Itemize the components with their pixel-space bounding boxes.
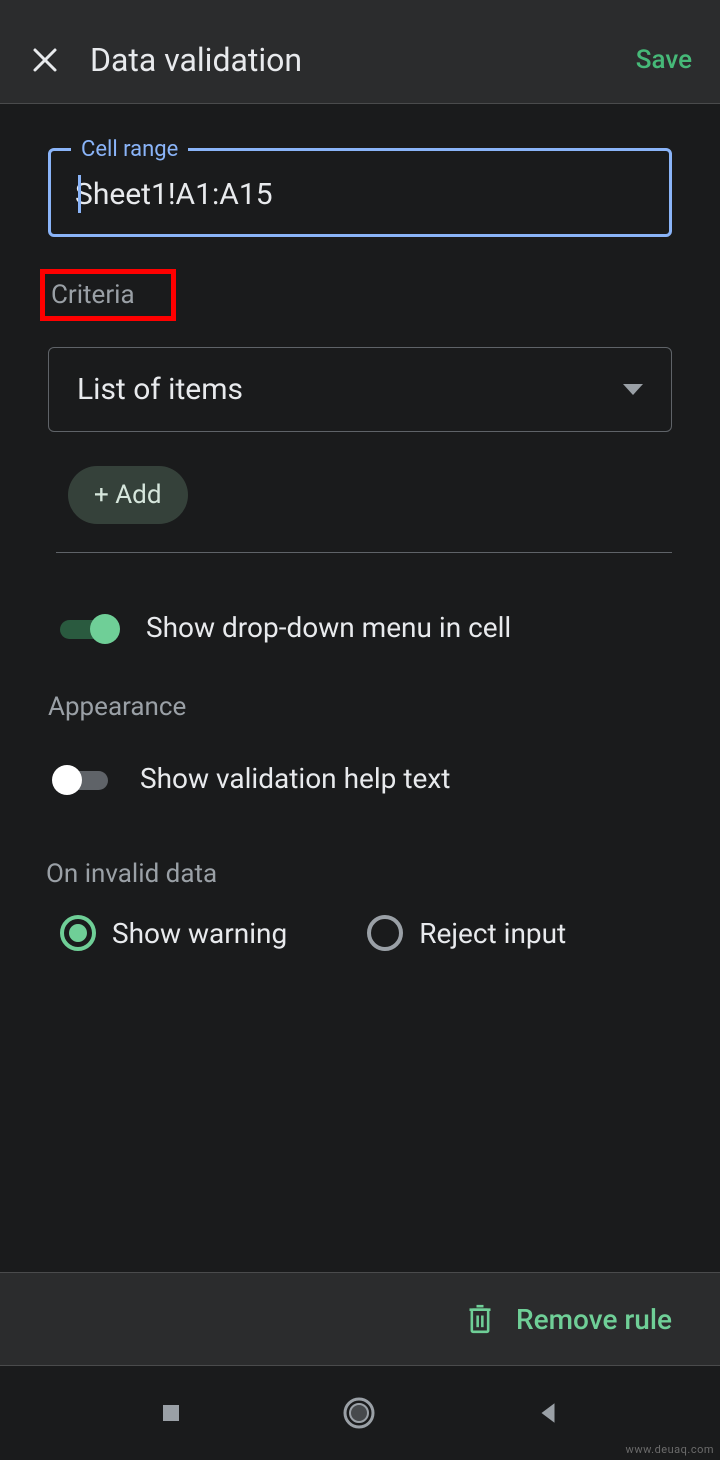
system-navbar [0,1366,720,1460]
page-title: Data validation [90,41,636,79]
criteria-selected: List of items [77,372,243,407]
trash-icon[interactable] [466,1302,496,1336]
cell-range-legend: Cell range [71,137,188,162]
show-dropdown-toggle[interactable] [60,614,118,642]
watermark: www.deuaq.com [626,1443,714,1456]
help-text-toggle[interactable] [54,765,112,793]
radio-unselected-icon [367,915,403,951]
show-dropdown-row: Show drop-down menu in cell [48,611,672,644]
criteria-label: Criteria [51,280,135,310]
close-icon[interactable] [28,43,62,77]
add-item-button[interactable]: + Add [68,466,188,524]
save-button[interactable]: Save [636,45,692,75]
appearance-heading: Appearance [48,692,672,722]
invalid-data-heading: On invalid data [46,859,672,889]
content-area: Cell range Criteria List of items + Add … [0,104,720,1272]
nav-recent-icon[interactable] [159,1401,183,1425]
invalid-data-options: Show warning Reject input [48,915,672,951]
radio-reject-label: Reject input [419,917,566,950]
add-items-row: + Add [56,466,672,553]
header: Data validation Save [0,16,720,104]
nav-back-icon[interactable] [535,1400,561,1426]
chevron-down-icon [623,384,643,395]
cell-range-field[interactable]: Cell range [48,148,672,237]
radio-selected-icon [60,915,96,951]
footer-bar: Remove rule [0,1272,720,1366]
radio-reject-input[interactable]: Reject input [367,915,566,951]
radio-warning-label: Show warning [112,917,287,950]
criteria-highlight: Criteria [40,269,176,321]
remove-rule-button[interactable]: Remove rule [516,1303,672,1336]
radio-show-warning[interactable]: Show warning [60,915,287,951]
help-text-row: Show validation help text [48,762,672,795]
show-dropdown-label: Show drop-down menu in cell [146,611,511,644]
cell-range-input[interactable] [75,177,645,212]
nav-home-icon[interactable] [342,1396,376,1430]
text-caret [78,175,81,213]
criteria-dropdown[interactable]: List of items [48,347,672,432]
status-bar [0,0,720,16]
help-text-label: Show validation help text [140,762,450,795]
